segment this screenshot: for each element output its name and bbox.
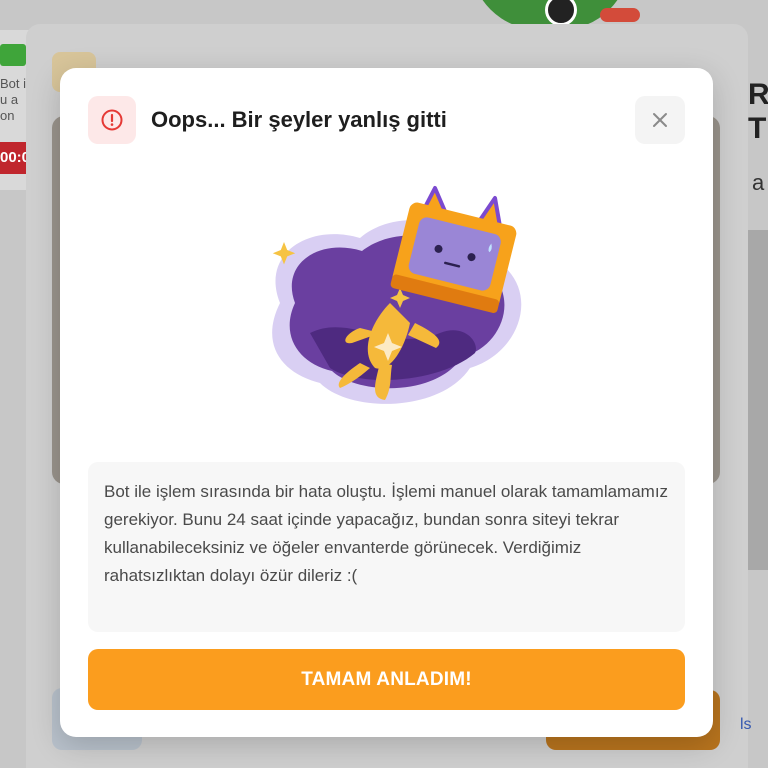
background-right-subtitle: a: [752, 170, 765, 195]
error-message: Bot ile işlem sırasında bir hata oluştu.…: [104, 482, 669, 585]
error-modal: Oops... Bir şeyler yanlış gitti Bot ile …: [60, 68, 713, 737]
modal-header: Oops... Bir şeyler yanlış gitti: [88, 96, 685, 144]
modal-title: Oops... Bir şeyler yanlış gitti: [151, 107, 447, 132]
background-left-timer: 00:0: [0, 142, 26, 174]
message-box: Bot ile işlem sırasında bir hata oluştu.…: [88, 462, 685, 632]
background-left-badge: [0, 44, 26, 66]
close-button[interactable]: [635, 96, 685, 144]
background-right-block: [748, 230, 768, 570]
cat-robot-illustration: [272, 186, 522, 404]
alert-icon-box: [88, 96, 136, 144]
confirm-button[interactable]: TAMAM ANLADIM!: [88, 649, 685, 710]
background-mascot-tongue: [600, 8, 640, 22]
close-icon: [653, 113, 667, 127]
exclamation-circle-icon: [101, 109, 123, 131]
background-right-title: R T: [748, 78, 768, 145]
background-right-link: ls: [740, 716, 752, 733]
